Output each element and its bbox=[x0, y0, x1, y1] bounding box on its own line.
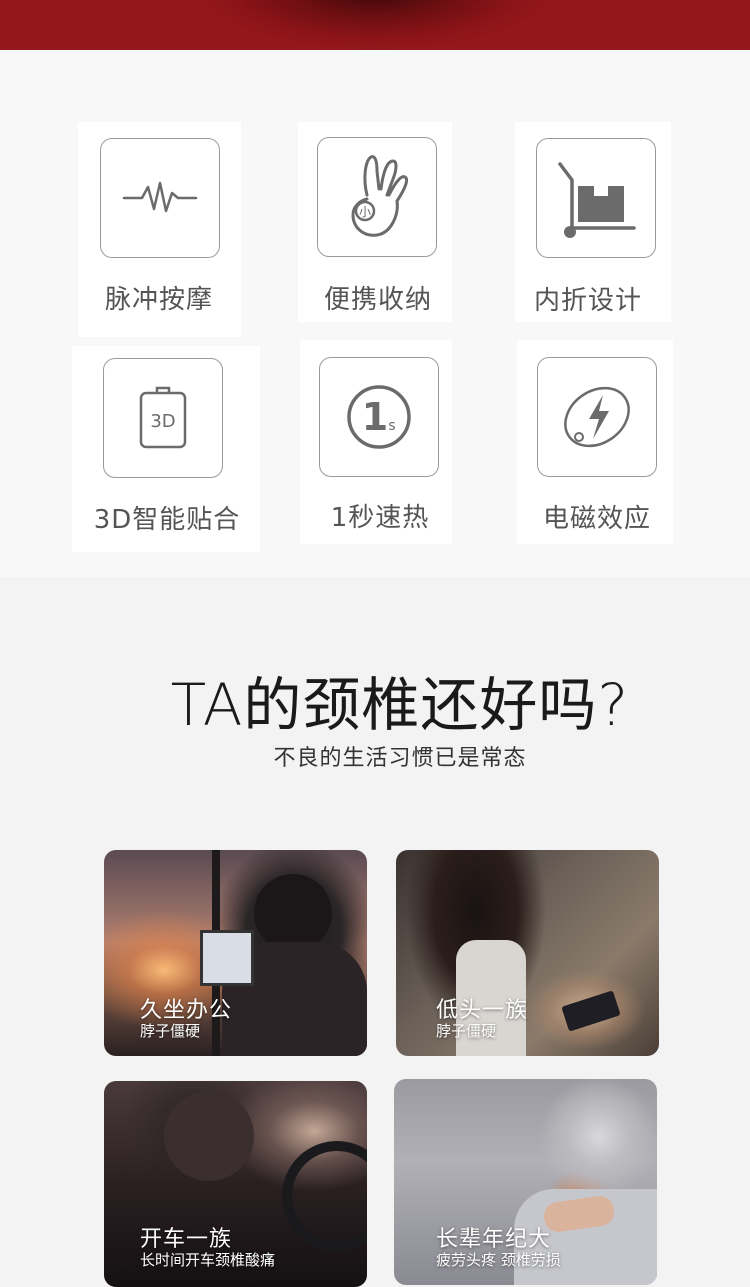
section-subheadline: 不良的生活习惯已是常态 bbox=[273, 746, 527, 771]
scenario-subtitle: 脖子僵硬 bbox=[140, 1022, 201, 1040]
section-headline: TA的颈椎还好吗? bbox=[170, 671, 630, 739]
feature-label: 脉冲按摩 bbox=[104, 285, 213, 315]
scenario-card-driving: 开车一族 长时间开车颈椎酸痛 bbox=[104, 1081, 367, 1287]
scenario-subtitle: 脖子僵硬 bbox=[436, 1022, 497, 1040]
icon-s-text: s bbox=[388, 418, 395, 434]
hand-ok-small-icon: 小 bbox=[317, 137, 437, 257]
feature-label: 3D智能贴合 bbox=[93, 505, 241, 535]
icon-small-text: 小 bbox=[359, 205, 371, 219]
top-banner-edge bbox=[0, 0, 750, 50]
3d-pad-icon: 3D bbox=[103, 358, 223, 478]
hand-truck-box-icon bbox=[536, 138, 656, 258]
lightning-disc-icon bbox=[537, 357, 657, 477]
driver-head bbox=[164, 1091, 254, 1181]
feature-label: 电磁效应 bbox=[542, 504, 651, 534]
scenario-card-office: 久坐办公 脖子僵硬 bbox=[104, 850, 367, 1056]
feature-label: 便携收纳 bbox=[323, 285, 432, 315]
scenario-subtitle: 长时间开车颈椎酸痛 bbox=[140, 1251, 276, 1269]
scenario-card-phone: 低头一族 脖子僵硬 bbox=[396, 850, 659, 1056]
person-head bbox=[254, 874, 332, 952]
icon-3d-text: 3D bbox=[150, 411, 175, 432]
scenario-subtitle: 疲劳头疼 颈椎劳损 bbox=[436, 1251, 561, 1269]
feature-label: 1秒速热 bbox=[330, 503, 430, 533]
scenario-card-elderly: 长辈年纪大 疲劳头疼 颈椎劳损 bbox=[394, 1079, 657, 1285]
monitor-screen bbox=[200, 930, 254, 986]
pulse-wave-icon bbox=[100, 138, 220, 258]
one-second-icon: 1 s bbox=[319, 357, 439, 477]
icon-one-text: 1 bbox=[362, 395, 388, 439]
feature-label: 内折设计 bbox=[533, 286, 642, 316]
